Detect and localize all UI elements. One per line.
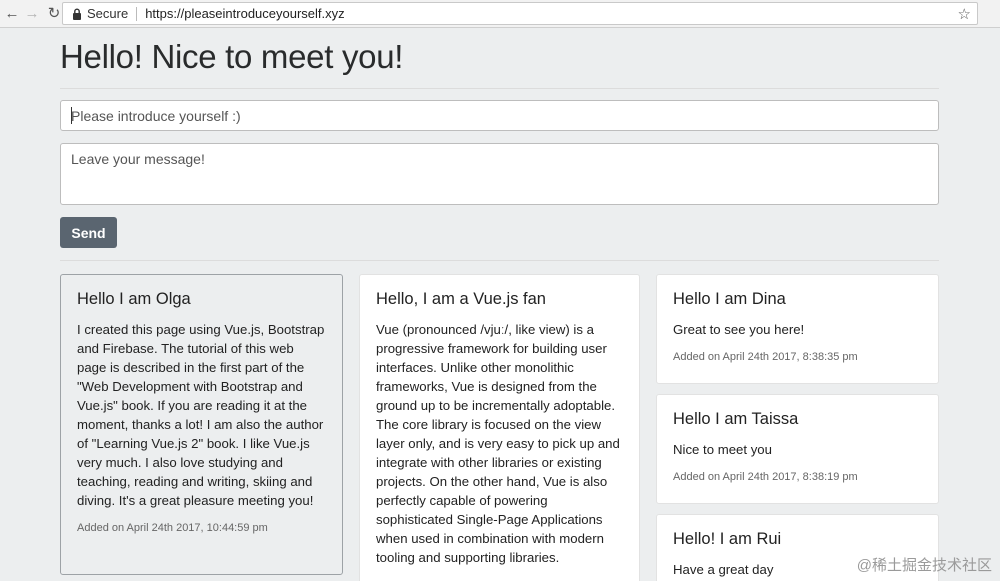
bookmark-star-icon[interactable]: ☆ (958, 5, 971, 23)
card-timestamp: Added on April 24th 2017, 10:44:59 pm (77, 522, 268, 534)
card-text: I created this page using Vue.js, Bootst… (77, 322, 325, 508)
forward-arrow-icon[interactable]: → (22, 4, 42, 24)
page-title: Hello! Nice to meet you! (60, 38, 404, 75)
address-bar[interactable]: Secure https://pleaseintroduceyourself.x… (62, 2, 978, 25)
card-text: Vue (pronounced /vjuː/, like view) is a … (376, 322, 620, 565)
secure-label: Secure (87, 6, 129, 21)
message-card-taissa[interactable]: Hello I am Taissa Nice to meet you Added… (656, 394, 939, 504)
card-timestamp: Added on April 24th 2017, 8:38:35 pm (673, 351, 858, 363)
reload-icon[interactable]: ↻ (44, 4, 64, 24)
lock-icon (67, 8, 87, 20)
card-text: Great to see you here! (673, 322, 805, 337)
url-separator (136, 6, 138, 21)
name-input[interactable] (60, 100, 939, 131)
back-arrow-icon[interactable]: ← (2, 4, 22, 24)
divider-top (60, 88, 939, 89)
message-card-vue-fan[interactable]: Hello, I am a Vue.js fan Vue (pronounced… (359, 274, 640, 581)
text-cursor (71, 107, 72, 124)
message-card-olga[interactable]: Hello I am Olga I created this page usin… (60, 274, 343, 575)
card-text: Nice to meet you (673, 442, 772, 457)
browser-toolbar: ← → ↻ Secure https://pleaseintroduceyour… (0, 0, 1000, 28)
watermark: @稀土掘金技术社区 (856, 557, 992, 574)
send-button[interactable]: Send (60, 217, 117, 248)
url-text[interactable]: https://pleaseintroduceyourself.xyz (145, 6, 344, 21)
card-title: Hello I am Taissa (673, 410, 799, 428)
divider-bottom (60, 260, 939, 261)
message-textarea[interactable] (60, 143, 939, 205)
message-card-dina[interactable]: Hello I am Dina Great to see you here! A… (656, 274, 939, 384)
card-title: Hello I am Olga (77, 290, 191, 308)
card-timestamp: Added on April 24th 2017, 8:38:19 pm (673, 471, 858, 483)
card-title: Hello, I am a Vue.js fan (376, 290, 546, 308)
card-title: Hello I am Dina (673, 290, 786, 308)
card-title: Hello! I am Rui (673, 530, 782, 548)
